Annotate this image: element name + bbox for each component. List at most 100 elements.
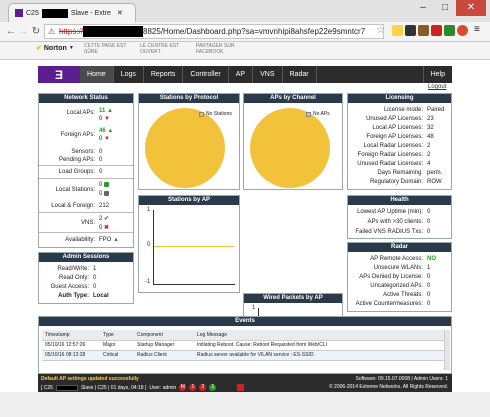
event-timestamp: 05/10/16 12:57:26 bbox=[42, 340, 100, 351]
local-stations-link[interactable]: 0 bbox=[99, 182, 110, 189]
stations-by-ap-panel: Stations by AP 1 0 -1 bbox=[138, 195, 240, 293]
norton-label: Norton bbox=[43, 44, 67, 52]
stations-protocol-legend: No Stations bbox=[199, 111, 232, 117]
nav-help[interactable]: Help bbox=[422, 66, 452, 83]
radar-row-value[interactable]: 0 bbox=[427, 292, 430, 298]
local-stations-a: 0 bbox=[99, 182, 103, 189]
licensing-row-label: Foreign Radar Licenses: bbox=[357, 152, 423, 158]
sensors-value[interactable]: 0 bbox=[99, 149, 102, 155]
vns-down-link[interactable]: 0 ✖ bbox=[99, 224, 109, 231]
vns-label: VNS: bbox=[80, 220, 95, 226]
radar-row-value[interactable]: 0 bbox=[427, 274, 430, 280]
menu-icon[interactable]: ≡ bbox=[474, 24, 480, 35]
health-row-label: Lowest AP Uptime (min): bbox=[357, 209, 423, 215]
nav-controller[interactable]: Controller bbox=[183, 66, 229, 83]
local-stations-link-2[interactable]: 0 bbox=[99, 191, 110, 197]
radar-row-value[interactable]: 0 bbox=[427, 301, 430, 307]
licensing-row-value: 32 bbox=[427, 125, 434, 131]
events-scrollbar[interactable] bbox=[444, 330, 450, 370]
nav-home[interactable]: Home bbox=[80, 66, 114, 83]
extension-icon-5[interactable] bbox=[444, 25, 455, 36]
address-bar[interactable]: ⚠ https:// 8825/Home/Dashboard.php?sa=vm… bbox=[44, 24, 384, 39]
vns-up: 2 bbox=[99, 216, 103, 222]
events-table: Timestamp Type Component Log Message 05/… bbox=[42, 330, 447, 361]
pending-aps-value[interactable]: 0 bbox=[99, 157, 102, 163]
licensing-row-label: Unused Radar Licenses: bbox=[357, 161, 423, 167]
divider bbox=[39, 232, 133, 233]
licensing-row-value: 2 bbox=[427, 143, 431, 149]
tab-close-icon[interactable]: ✕ bbox=[117, 9, 123, 17]
close-window-icon[interactable]: ✕ bbox=[456, 0, 486, 16]
availability-link[interactable]: FPO ▲ bbox=[99, 237, 119, 243]
licensing-row-value: 4 bbox=[427, 161, 431, 167]
alarm-badge[interactable]: 1 bbox=[209, 384, 217, 391]
health-panel: Health Lowest AP Uptime (min): 0 APs with … bbox=[347, 195, 452, 239]
table-row[interactable]: 05/10/16 08:12:28 Critical Radius Client… bbox=[42, 350, 447, 361]
lock-icon bbox=[104, 182, 110, 187]
divider bbox=[39, 212, 133, 213]
extension-icon-4[interactable] bbox=[431, 25, 442, 36]
nav-vns[interactable]: VNS bbox=[253, 66, 283, 83]
extension-icon-1[interactable] bbox=[392, 25, 403, 36]
col-timestamp[interactable]: Timestamp bbox=[42, 330, 100, 341]
norton-toolbar[interactable]: ✔ Norton ▼ bbox=[36, 44, 74, 53]
col-component[interactable]: Component bbox=[134, 330, 194, 341]
safe-page-button[interactable]: CETTE PAGE EST SÛRE bbox=[84, 43, 126, 55]
tab-title-prefix: C25 bbox=[26, 9, 39, 17]
auth-type-label: Auth Type: bbox=[58, 293, 89, 299]
minimize-icon[interactable]: – bbox=[412, 0, 434, 16]
events-header-row: Timestamp Type Component Log Message bbox=[42, 330, 447, 341]
security-warning-icon[interactable]: ⚠ bbox=[48, 27, 55, 36]
alert-icon[interactable] bbox=[237, 384, 245, 391]
foreign-aps-down: 0 bbox=[99, 136, 103, 142]
extension-icon-2[interactable] bbox=[405, 25, 416, 36]
nav-logs[interactable]: Logs bbox=[114, 66, 144, 83]
logout-link[interactable]: Logout bbox=[428, 84, 446, 90]
col-type[interactable]: Type bbox=[100, 330, 134, 341]
col-log-message[interactable]: Log Message bbox=[194, 330, 447, 341]
aps-channel-pie[interactable] bbox=[250, 108, 330, 188]
arrow-up-icon: ▲ bbox=[113, 237, 119, 243]
auth-type-value: Local bbox=[93, 293, 109, 299]
radar-row-value[interactable]: NO bbox=[427, 256, 436, 262]
foreign-aps-link[interactable]: 46 ▲ bbox=[99, 128, 113, 134]
nav-reports[interactable]: Reports bbox=[144, 66, 184, 83]
alarm-badge[interactable]: M bbox=[179, 384, 187, 391]
status-message: Default AP settings updated successfully bbox=[41, 376, 139, 382]
maximize-icon[interactable]: □ bbox=[434, 0, 456, 16]
alarm-badge[interactable]: 2 bbox=[199, 384, 207, 391]
licensing-row-label: License mode: bbox=[383, 107, 423, 113]
local-aps-up: 11 bbox=[99, 108, 106, 114]
extension-icon-3[interactable] bbox=[418, 25, 429, 36]
local-aps-down-link[interactable]: 0 ▼ bbox=[99, 116, 110, 122]
radar-row-label: Active Countermeasures: bbox=[355, 301, 423, 307]
foreign-aps-down-link[interactable]: 0 ▼ bbox=[99, 136, 110, 142]
nav-ap[interactable]: AP bbox=[229, 66, 254, 83]
radar-row-value[interactable]: 1 bbox=[427, 265, 430, 271]
event-type: Critical bbox=[100, 350, 134, 361]
centre-button[interactable]: LE CENTRE EST OUVERT bbox=[140, 43, 179, 55]
health-row-value: 0 bbox=[427, 219, 431, 225]
local-foreign-value[interactable]: 212 bbox=[99, 203, 109, 209]
load-groups-value[interactable]: 0 bbox=[99, 169, 102, 175]
forward-icon[interactable]: → bbox=[16, 25, 30, 39]
local-aps-link[interactable]: 11 ▲ bbox=[99, 108, 113, 114]
sys-name-b: Slave | C25 | 01 days, 04:18 ] bbox=[80, 384, 147, 391]
share-facebook-button[interactable]: PARTAGER SUR FACEBOOK bbox=[196, 43, 235, 55]
event-timestamp: 05/10/16 08:12:28 bbox=[42, 350, 100, 361]
radar-row-value[interactable]: 0 bbox=[427, 283, 430, 289]
radar-panel: Radar AP Remote Access: NO Unsecure WLANs:… bbox=[347, 242, 452, 312]
x-icon: ✖ bbox=[104, 225, 110, 231]
extension-icon-6[interactable] bbox=[457, 25, 468, 36]
health-row-value: 0 bbox=[427, 209, 431, 215]
nav-radar[interactable]: Radar bbox=[283, 66, 317, 83]
stations-protocol-pie[interactable] bbox=[145, 108, 225, 188]
alarm-badge[interactable]: 1 bbox=[189, 384, 197, 391]
vns-up-link[interactable]: 2 ✔ bbox=[99, 215, 109, 222]
events-title: Events bbox=[39, 317, 451, 326]
browser-tab[interactable]: C25 Slave - Extre ✕ bbox=[8, 3, 136, 22]
event-message: Initiating Reboot. Cause: Reboot Request… bbox=[194, 340, 447, 351]
bookmark-star-icon[interactable]: ☆ bbox=[376, 25, 385, 36]
reload-icon[interactable]: ↻ bbox=[29, 25, 43, 39]
table-row[interactable]: 05/10/16 12:57:26 Major Startup Manager … bbox=[42, 340, 447, 351]
